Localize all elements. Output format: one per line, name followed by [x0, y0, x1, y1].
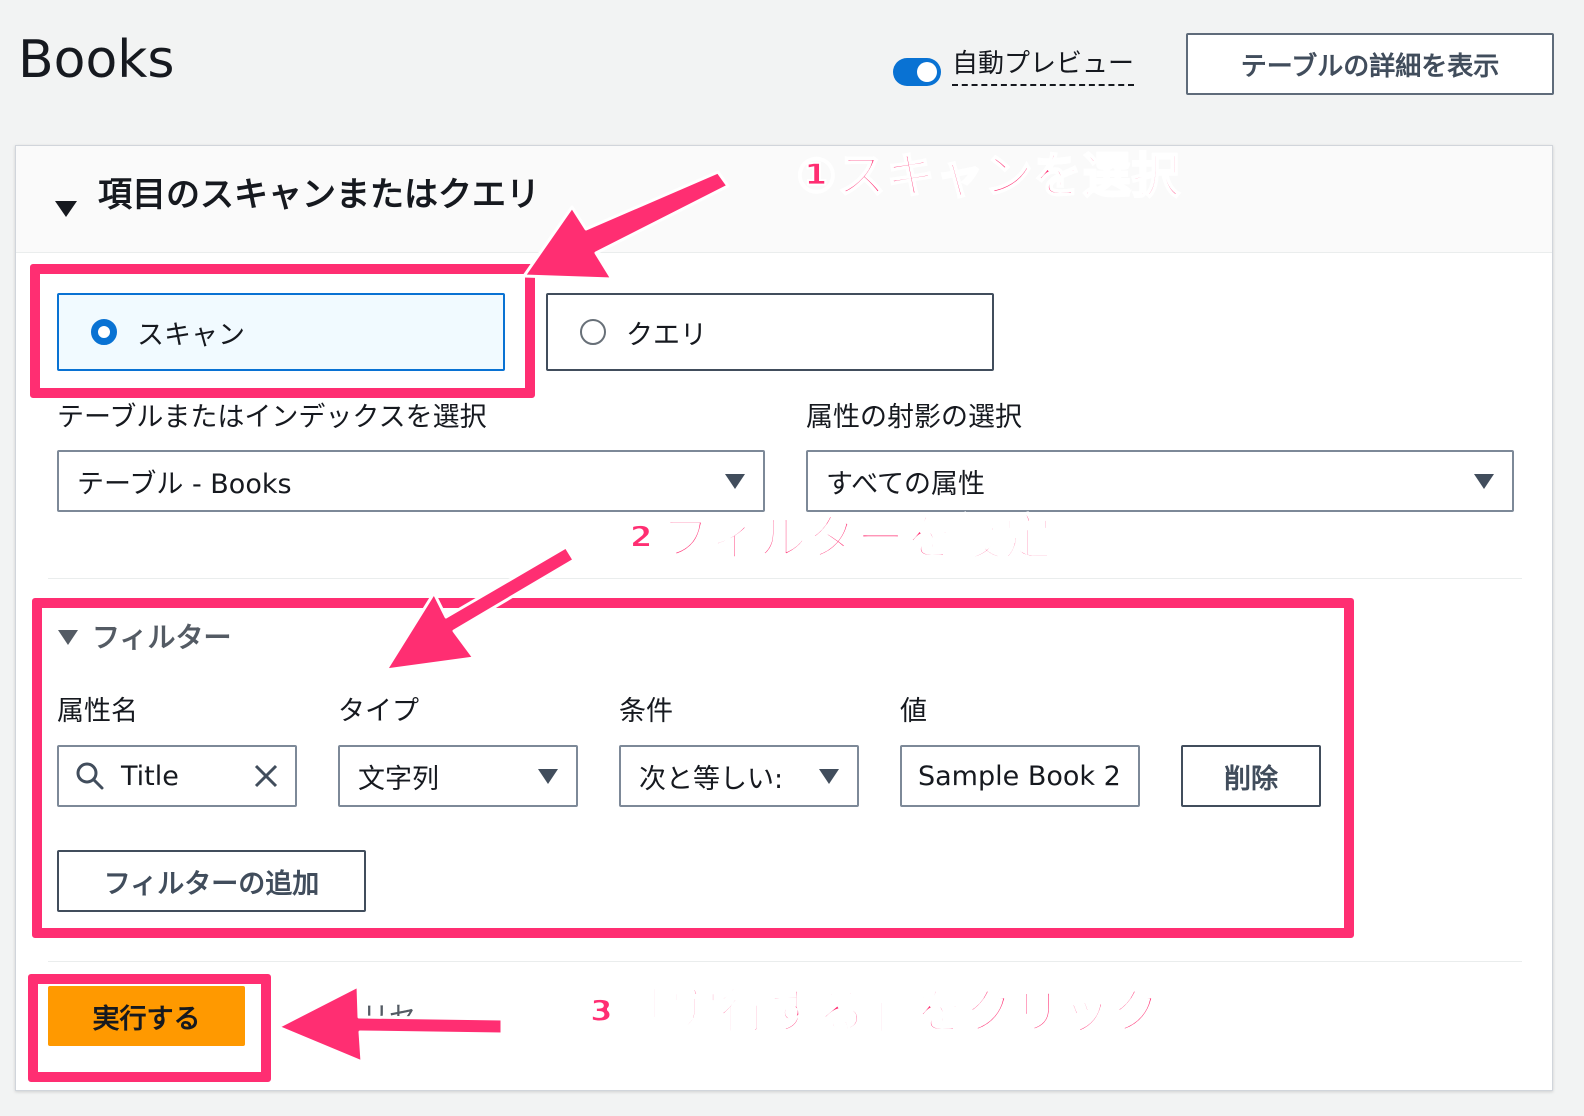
arrow-icon: [522, 170, 730, 281]
step2-note: ②フィルターを設定: [619, 509, 1053, 567]
step1-note: ①スキャンを選択: [795, 147, 1181, 205]
arrow-icon: [276, 984, 504, 1064]
step3-note: ③「実行する」をクリック: [579, 983, 1161, 1041]
arrow-icon: [384, 545, 576, 672]
